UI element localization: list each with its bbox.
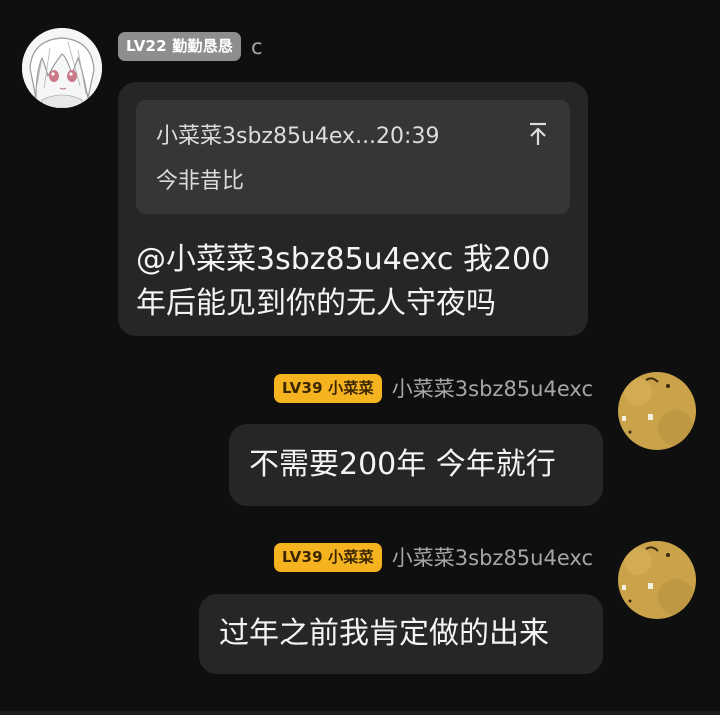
own-username[interactable]: 小菜菜3sbz85u4exc (392, 542, 593, 572)
bottom-divider (0, 711, 720, 715)
sender-username[interactable]: c (251, 35, 263, 59)
arrow-up-to-line-icon[interactable] (528, 122, 548, 146)
message-bubble[interactable]: 不需要200年 今年就行 (229, 424, 603, 506)
quoted-message[interactable]: 小菜菜3sbz85u4ex...20:39 今非昔比 (136, 100, 570, 214)
message-text: 过年之前我肯定做的出来 (219, 616, 549, 651)
message-text: @小菜菜3sbz85u4exc 我200 年后能见到你的无人守夜吗 (136, 238, 550, 326)
message-text: 不需要200年 今年就行 (249, 447, 556, 482)
own-avatar[interactable] (618, 372, 696, 450)
own-name-row: LV39 小菜菜 小菜菜3sbz85u4exc (273, 542, 593, 572)
sender-name-row: LV22 勤勤恳恳 c (118, 32, 263, 61)
own-avatar[interactable] (618, 541, 696, 619)
level-badge: LV22 勤勤恳恳 (118, 32, 241, 61)
own-username[interactable]: 小菜菜3sbz85u4exc (392, 373, 593, 403)
message-bubble[interactable]: 过年之前我肯定做的出来 (199, 594, 603, 674)
quoted-message-header: 小菜菜3sbz85u4ex...20:39 (156, 124, 440, 149)
sandy-texture-avatar-icon (618, 541, 696, 619)
sender-avatar[interactable] (22, 28, 102, 108)
level-badge: LV39 小菜菜 (273, 542, 382, 572)
sandy-texture-avatar-icon (618, 372, 696, 450)
own-name-row: LV39 小菜菜 小菜菜3sbz85u4exc (273, 373, 593, 403)
message-text-line: 年后能见到你的无人守夜吗 (136, 286, 496, 321)
level-badge: LV39 小菜菜 (273, 373, 382, 403)
message-text-line: @小菜菜3sbz85u4exc 我200 (136, 242, 551, 277)
quoted-message-text: 今非昔比 (156, 169, 245, 194)
message-bubble[interactable]: 小菜菜3sbz85u4ex...20:39 今非昔比 @小菜菜3sbz85u4e… (118, 82, 588, 336)
anime-girl-avatar-icon (22, 28, 102, 108)
